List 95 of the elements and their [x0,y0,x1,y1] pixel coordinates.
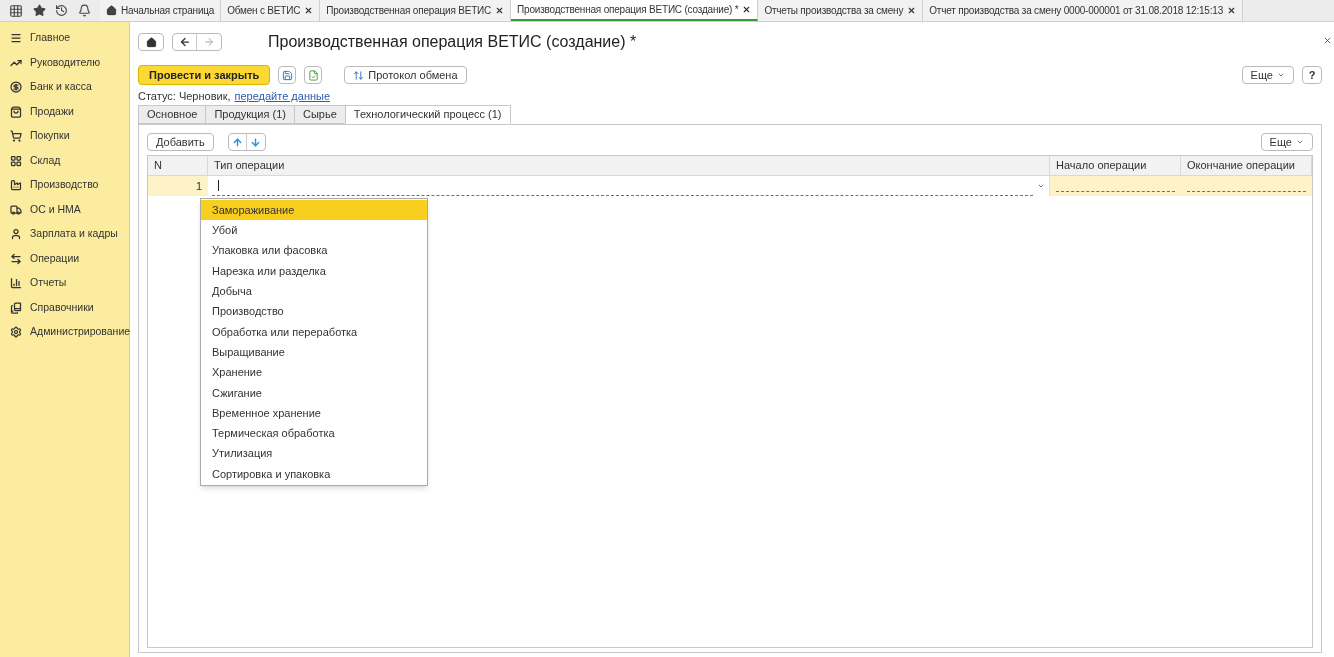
status-text: Статус: Черновик, [138,88,231,104]
dropdown-option[interactable]: Временное хранение [201,402,427,424]
window-tab[interactable]: Отчеты производства за смену [758,0,924,21]
books-icon [10,301,22,314]
home-icon [145,36,157,48]
tab-label: Отчеты производства за смену [764,4,904,18]
tab-label: Отчет производства за смену 0000-000001 от 31.08.2018 12:15:13 [929,4,1224,18]
window-tab[interactable]: Начальная страница [100,0,222,21]
column-header[interactable]: N [148,156,208,175]
add-button[interactable]: Добавить [147,133,214,151]
column-header[interactable]: Окончание операции [1181,156,1312,175]
save-button[interactable] [278,66,297,84]
dropdown-option[interactable]: Выращивание [201,342,427,363]
dropdown-option[interactable]: Сортировка и упаковка [201,463,427,485]
caret-icon [1296,138,1304,146]
forward-icon [203,36,215,48]
form-title: Производственная операция ВЕТИС (создание) * [268,32,637,52]
form-tab[interactable]: Основное [138,105,207,124]
form-tab[interactable]: Сырье [293,105,346,124]
dropdown-option[interactable]: Термическая обработка [201,423,427,444]
exchange-log-button[interactable]: Протокол обмена [344,66,467,84]
arrows-icon [10,252,22,265]
apps-icon[interactable] [8,3,23,18]
table-row[interactable]: 1 [148,176,1312,196]
close-icon[interactable] [304,6,314,15]
factory-icon [10,179,22,192]
row-number: 1 [194,178,203,194]
grid-icon [10,154,22,167]
send-data-link[interactable]: передайте данные [234,87,331,105]
sidebar-item[interactable]: ОС и НМА [0,197,129,222]
table-more-button[interactable]: Еще [1260,133,1313,151]
tab-label: Производственная операция ВЕТИС (создание) * [517,3,739,17]
sidebar-item[interactable]: Покупки [0,124,129,149]
person-icon [10,228,22,241]
home-icon [106,5,117,16]
dropdown-icon[interactable] [1037,182,1045,190]
caret-icon [1277,71,1285,79]
window-tab[interactable]: Отчет производства за смену 0000-000001 от 31.08.2018 12:15:13 [923,0,1244,21]
close-icon[interactable] [742,5,752,14]
dropdown-option[interactable]: Утилизация [201,443,427,464]
tab-label: Начальная страница [121,4,215,18]
sidebar-item[interactable]: Отчеты [0,271,129,296]
sidebar-item[interactable]: Склад [0,148,129,173]
document-check-icon [307,69,319,81]
settings-icon [10,326,22,339]
save-icon [281,69,293,81]
dropdown-option[interactable]: Замораживание [201,200,427,221]
operation-type-field[interactable] [208,176,1050,196]
sidebar-item[interactable]: Зарплата и кадры [0,222,129,247]
close-icon[interactable] [1227,6,1237,15]
close-icon[interactable] [1323,36,1332,45]
dropdown-option[interactable]: Нарезка или разделка [201,260,427,282]
sidebar-item[interactable]: Главное [0,26,129,51]
window-tab[interactable]: Производственная операция ВЕТИС (создание) * [511,0,759,21]
up-arrow-icon [231,136,243,148]
dropdown-option[interactable]: Хранение [201,362,427,383]
window-tab[interactable]: Обмен с ВЕТИС [221,0,321,21]
cart-icon [10,130,22,143]
form-tab[interactable]: Продукция (1) [205,105,295,124]
help-button[interactable]: ? [1302,66,1322,84]
sidebar-item[interactable]: Справочники [0,295,129,320]
more-button[interactable]: Еще [1241,66,1294,84]
column-header[interactable]: Тип операции [208,156,1050,175]
sidebar-item[interactable]: Производство [0,173,129,198]
post-and-close-button[interactable]: Провести и закрыть [138,65,271,85]
dropdown-option[interactable]: Упаковка или фасовка [201,240,427,261]
sidebar-item[interactable]: Администрирование [0,320,129,345]
tab-label: Производственная операция ВЕТИС [326,4,492,18]
close-icon[interactable] [907,6,917,15]
sidebar-item[interactable]: Операции [0,246,129,271]
tab-label: Обмен с ВЕТИС [227,4,301,18]
sidebar-item[interactable]: Банк и касса [0,75,129,100]
menu-icon [10,32,22,45]
star-icon[interactable] [32,4,46,17]
home-button[interactable] [138,33,164,51]
dropdown-option[interactable]: Производство [201,301,427,322]
history-icon[interactable] [55,4,69,17]
down-arrow-icon [250,136,262,148]
back-icon [178,36,191,48]
bar-chart-icon [10,277,22,290]
column-header[interactable]: Начало операции [1050,156,1181,175]
sidebar-item[interactable]: Руководителю [0,50,129,75]
dropdown-option[interactable]: Убой [201,220,427,241]
coin-icon [10,81,22,94]
exchange-icon [353,69,365,81]
dropdown-option[interactable]: Обработка или переработка [201,321,427,343]
bag-icon [10,105,22,118]
form-tab[interactable]: Технологический процесс (1) [344,105,511,124]
window-tab[interactable]: Производственная операция ВЕТИС [320,0,512,21]
sidebar-item[interactable]: Продажи [0,99,129,124]
truck-icon [10,203,22,216]
close-icon[interactable] [495,6,505,15]
dropdown-option[interactable]: Сжигание [201,382,427,403]
bell-icon[interactable] [78,4,92,17]
dropdown-option[interactable]: Добыча [201,281,427,302]
